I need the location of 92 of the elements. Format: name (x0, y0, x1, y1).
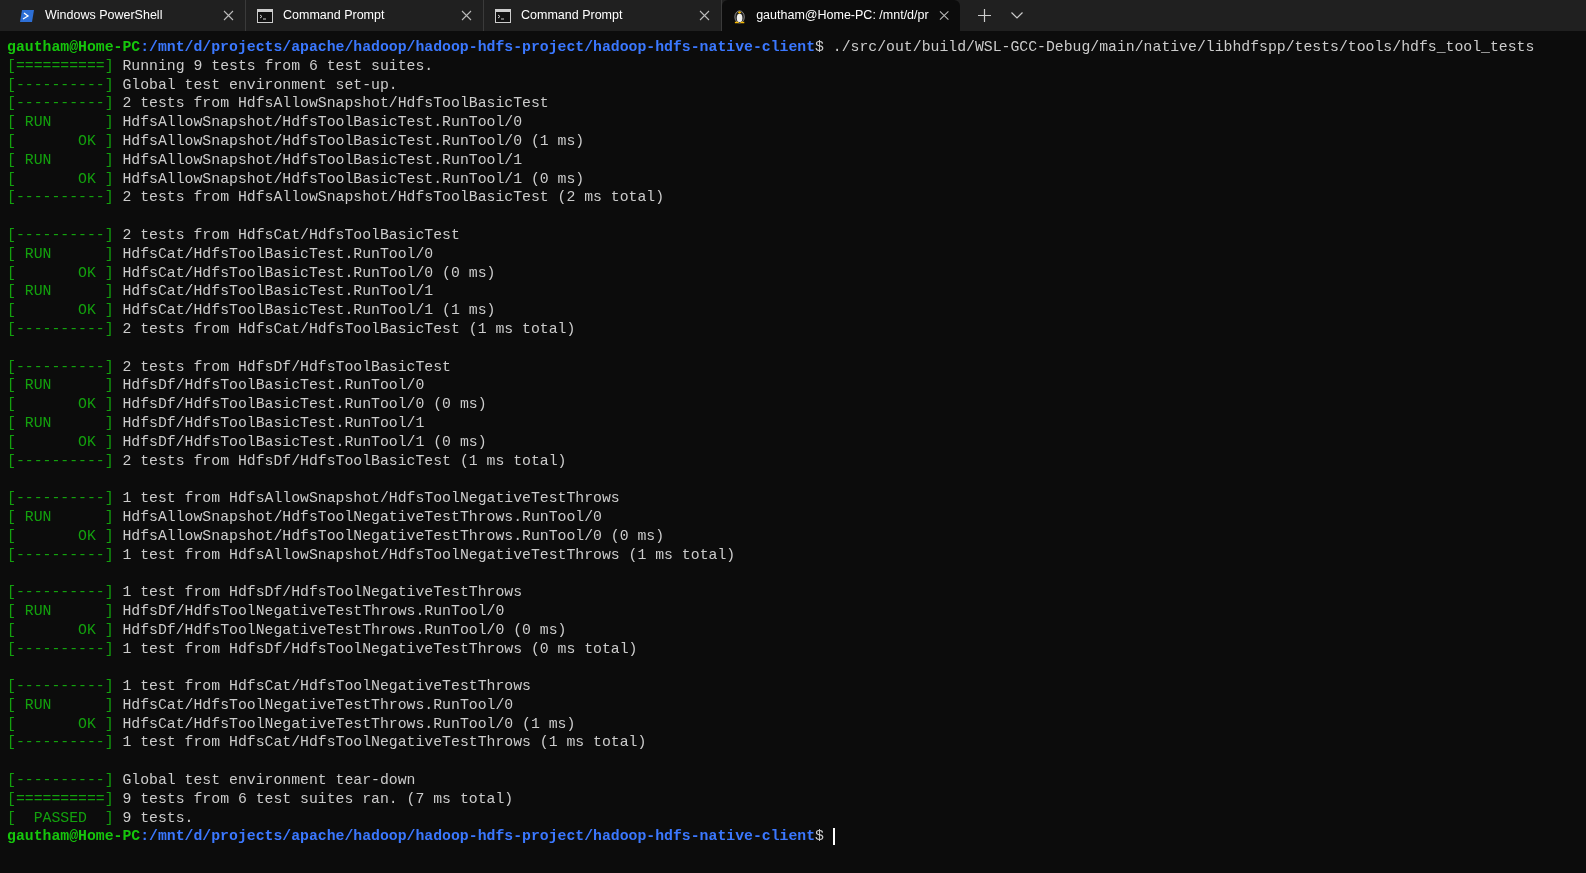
test-output-line: 1 test from HdfsAllowSnapshot/HdfsToolNegativeTestThrows (1 ms total) (122, 545, 736, 565)
test-output-line: 9 tests. (122, 808, 194, 828)
test-output-line: HdfsAllowSnapshot/HdfsToolNegativeTestThrows.RunTool/0 (0 ms) (122, 526, 665, 546)
test-status-tag: [----------] (7, 357, 114, 377)
test-status-tag: [----------] (7, 451, 114, 471)
test-output-line: HdfsDf/HdfsToolNegativeTestThrows.RunTool/0 (0 ms) (122, 620, 567, 640)
test-output-line: HdfsDf/HdfsToolBasicTest.RunTool/1 (0 ms) (122, 432, 487, 452)
test-status-tag: [ RUN ] (7, 150, 114, 170)
test-output-line: 2 tests from HdfsCat/HdfsToolBasicTest (122, 225, 460, 245)
test-status-tag: [==========] (7, 56, 114, 76)
terminal-tab[interactable]: gautham@Home-PC: /mnt/d/pr (722, 0, 960, 31)
test-status-tag: [----------] (7, 677, 114, 696)
command-prompt-icon (495, 8, 511, 23)
test-output-line: HdfsAllowSnapshot/HdfsToolNegativeTestThrows.RunTool/0 (122, 507, 602, 527)
test-status-tag: [ OK ] (7, 432, 114, 452)
test-status-tag: [----------] (7, 94, 114, 114)
test-status-tag: [ OK ] (7, 263, 114, 283)
test-status-tag: [ OK ] (7, 714, 114, 734)
test-status-tag: [ RUN ] (7, 113, 114, 132)
test-output-line: 2 tests from HdfsCat/HdfsToolBasicTest (1 ms total) (122, 319, 576, 339)
test-status-tag: [ OK ] (7, 301, 114, 320)
test-output-line: HdfsCat/HdfsToolNegativeTestThrows.RunTool/0 (1 ms) (122, 714, 576, 734)
test-status-tag: [ RUN ] (7, 376, 114, 396)
test-status-tag: [----------] (7, 75, 114, 95)
test-output-line: 1 test from HdfsCat/HdfsToolNegativeTestThrows (1 ms total) (122, 733, 647, 753)
test-output-line: 2 tests from HdfsDf/HdfsToolBasicTest (1 ms total) (122, 451, 567, 471)
chevron-down-icon[interactable] (1011, 12, 1023, 19)
test-output-line: HdfsAllowSnapshot/HdfsToolBasicTest.RunTool/1 (0 ms) (122, 169, 585, 189)
test-status-tag: [ OK ] (7, 526, 114, 546)
penguin-icon (733, 7, 747, 24)
tab-title: gautham@Home-PC: /mnt/d/pr (756, 7, 929, 25)
test-status-tag: [----------] (7, 583, 114, 602)
test-status-tag: [ RUN ] (7, 507, 114, 527)
test-status-tag: [ RUN ] (7, 244, 114, 264)
test-status-tag: [----------] (7, 489, 114, 508)
test-output-line: HdfsAllowSnapshot/HdfsToolBasicTest.RunTool/0 (122, 113, 523, 132)
command-text: ./src/out/build/WSL-GCC-Debug/main/native/libhdfspp/tests/tools/hdfs_tool_tests (831, 38, 1535, 57)
test-status-tag: [ RUN ] (7, 282, 114, 302)
test-status-tag: [----------] (7, 639, 114, 659)
prompt-user: gautham@Home-PC (7, 827, 141, 847)
close-icon[interactable] (699, 10, 710, 21)
test-status-tag: [ RUN ] (7, 601, 114, 621)
prompt-path: :/mnt/d/projects/apache/hadoop/hadoop-hdfs-project/hadoop-hdfs-native-client (140, 827, 816, 847)
test-status-tag: [==========] (7, 789, 114, 809)
test-status-tag: [----------] (7, 225, 114, 245)
close-icon[interactable] (938, 10, 949, 21)
test-status-tag: [----------] (7, 319, 114, 339)
test-status-tag: [ OK ] (7, 169, 114, 189)
close-icon[interactable] (223, 10, 234, 21)
test-output-line: 1 test from HdfsDf/HdfsToolNegativeTestThrows (122, 583, 523, 602)
test-status-tag: [----------] (7, 545, 114, 565)
test-status-tag: [ OK ] (7, 395, 114, 414)
close-icon[interactable] (461, 10, 472, 21)
test-output-line: HdfsAllowSnapshot/HdfsToolBasicTest.RunTool/1 (122, 150, 523, 170)
test-status-tag: [----------] (7, 733, 114, 753)
test-output-line: 2 tests from HdfsAllowSnapshot/HdfsToolBasicTest (2 ms total) (122, 188, 665, 208)
prompt-symbol: $ (815, 38, 824, 57)
test-status-tag: [ OK ] (7, 620, 114, 640)
test-output-line: HdfsDf/HdfsToolBasicTest.RunTool/0 (0 ms) (122, 395, 487, 414)
test-output-line: HdfsCat/HdfsToolBasicTest.RunTool/0 (122, 244, 434, 264)
test-output-line: 2 tests from HdfsDf/HdfsToolBasicTest (122, 357, 451, 377)
prompt-user: gautham@Home-PC (7, 38, 141, 57)
test-output-line: HdfsCat/HdfsToolBasicTest.RunTool/0 (0 ms) (122, 263, 496, 283)
test-output-line: HdfsAllowSnapshot/HdfsToolBasicTest.RunTool/0 (1 ms) (122, 132, 585, 151)
powershell-icon (19, 7, 35, 24)
test-status-tag: [----------] (7, 188, 114, 208)
prompt-path: :/mnt/d/projects/apache/hadoop/hadoop-hdfs-project/hadoop-hdfs-native-client (140, 38, 816, 57)
test-status-tag: [ OK ] (7, 132, 114, 151)
test-output-line: Global test environment tear-down (122, 771, 416, 790)
test-status-tag: [ PASSED ] (7, 808, 114, 828)
tab-title: Command Prompt (521, 7, 624, 25)
test-output-line: 9 tests from 6 test suites ran. (7 ms total) (122, 789, 514, 809)
test-output-line: Running 9 tests from 6 test suites. (122, 56, 434, 76)
test-output-line: HdfsCat/HdfsToolBasicTest.RunTool/1 (1 ms) (122, 301, 496, 320)
test-output-line: Global test environment set-up. (122, 75, 398, 95)
test-output-line: 1 test from HdfsAllowSnapshot/HdfsToolNegativeTestThrows (122, 489, 620, 508)
test-output-line: HdfsDf/HdfsToolNegativeTestThrows.RunTool/0 (122, 601, 505, 621)
tab-title: Command Prompt (283, 7, 386, 25)
test-output-line: 1 test from HdfsDf/HdfsToolNegativeTestThrows (0 ms total) (122, 639, 638, 659)
tab-title: Windows PowerShell (45, 7, 164, 25)
test-output-line: HdfsDf/HdfsToolBasicTest.RunTool/0 (122, 376, 425, 396)
test-output-line: 1 test from HdfsCat/HdfsToolNegativeTestThrows (122, 677, 531, 696)
test-status-tag: [ RUN ] (7, 695, 114, 715)
test-output-line: 2 tests from HdfsAllowSnapshot/HdfsToolBasicTest (122, 94, 549, 114)
test-output-line: HdfsDf/HdfsToolBasicTest.RunTool/1 (122, 413, 425, 433)
plus-icon[interactable] (978, 9, 991, 22)
command-prompt-icon (257, 8, 273, 23)
test-status-tag: [ RUN ] (7, 413, 114, 433)
test-output-line: HdfsCat/HdfsToolBasicTest.RunTool/1 (122, 282, 434, 302)
test-status-tag: [----------] (7, 771, 114, 790)
prompt-symbol: $ (815, 827, 824, 847)
test-output-line: HdfsCat/HdfsToolNegativeTestThrows.RunTool/0 (122, 695, 514, 715)
